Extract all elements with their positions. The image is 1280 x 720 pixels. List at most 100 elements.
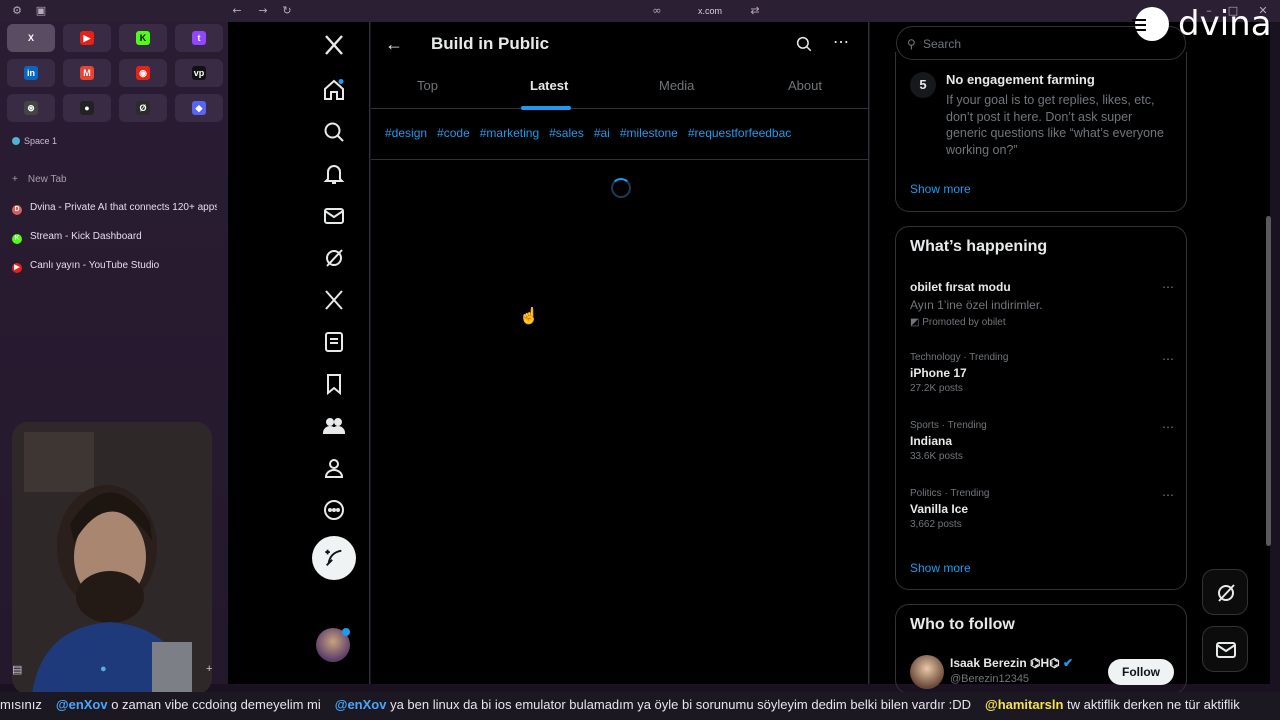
divider (371, 159, 869, 160)
verified-badge-icon: ✔ (1063, 656, 1074, 670)
premium-x-icon[interactable] (322, 288, 346, 312)
chat-message: mısınız (0, 697, 42, 712)
favorite-tile[interactable]: ● (63, 94, 111, 122)
rule-number: 5 (910, 72, 936, 98)
hashtag-chip[interactable]: #requestforfeedbac (688, 126, 791, 140)
browser-tab[interactable]: D Dvina - Private AI that connects 120+ a… (12, 199, 217, 217)
lists-icon[interactable] (322, 330, 346, 354)
space-dot-icon[interactable]: ● (100, 663, 107, 675)
hashtag-chip[interactable]: #sales (549, 126, 584, 140)
hashtag-chip[interactable]: #marketing (480, 126, 539, 140)
trend-name: Indiana (910, 434, 953, 448)
back-arrow-icon[interactable]: ← (385, 34, 403, 55)
tab-latest[interactable]: Latest (530, 78, 568, 93)
favorite-favicon-icon: ◉ (136, 66, 150, 80)
favorite-tile[interactable]: Ø (119, 94, 167, 122)
explore-search-icon[interactable] (322, 120, 346, 144)
scrollbar[interactable] (1266, 216, 1271, 546)
tune-icon[interactable]: ⇄ (748, 4, 762, 18)
messages-floating-button[interactable] (1202, 626, 1248, 672)
archive-icon[interactable]: ▤ (12, 663, 22, 676)
favorite-tile[interactable]: ▶ (63, 24, 111, 52)
notifications-bell-icon[interactable] (322, 162, 346, 186)
webcam-person-image (12, 422, 212, 694)
chat-text: o zaman vibe ccdoing demeyelim mi (111, 697, 321, 712)
favorite-tile[interactable]: vp (175, 59, 223, 87)
hashtag-chip[interactable]: #design (385, 126, 427, 140)
show-more-link[interactable]: Show more (910, 182, 971, 196)
tab-about[interactable]: About (788, 78, 822, 93)
hashtag-chip[interactable]: #ai (594, 126, 610, 140)
favorite-tile[interactable]: ◆ (175, 94, 223, 122)
favorite-favicon-icon: K (136, 31, 150, 45)
account-avatar[interactable] (316, 628, 350, 662)
tab-title: Canlı yayın - YouTube Studio (30, 260, 160, 271)
trend-more-icon[interactable]: ⋯ (1162, 352, 1174, 366)
grok-floating-button[interactable] (1202, 569, 1248, 615)
forward-arrow-icon[interactable]: → (256, 4, 270, 18)
favorite-tile[interactable]: ⊛ (7, 94, 55, 122)
user-name[interactable]: Isaak Berezin ⌬H⌬ (950, 656, 1060, 670)
mail-icon (1216, 642, 1236, 658)
grok-icon[interactable] (322, 246, 346, 270)
new-tab-label: New Tab (27, 174, 67, 185)
follow-button[interactable]: Follow (1108, 659, 1174, 685)
browser-sidebar: X ▶ Kt in M ◉ vp ⊛ ● Ø ◆ Space 1 + New Tab D Dvina -… (0, 22, 228, 694)
home-icon[interactable] (322, 78, 346, 102)
browser-tab[interactable]: K Stream - Kick Dashboard (12, 228, 217, 246)
favorite-favicon-icon: X (24, 31, 38, 45)
x-logo-icon[interactable] (322, 33, 346, 57)
promoted-trend[interactable]: obilet fırsat modu Ayın 1’ine özel indir… (910, 280, 1174, 328)
more-options-icon[interactable] (322, 498, 346, 522)
reload-icon[interactable]: ↻ (280, 4, 294, 18)
sidebar-toggle-icon[interactable]: ⚙ (10, 4, 24, 18)
chat-username: @enXov (55, 697, 112, 712)
bookmarks-icon[interactable] (322, 372, 346, 396)
back-arrow-icon[interactable]: ← (230, 4, 244, 18)
favorite-tile[interactable]: K (119, 24, 167, 52)
dvina-logo: dvina (1130, 4, 1280, 44)
tab-title: Stream - Kick Dashboard (30, 231, 142, 242)
favorite-tile[interactable]: X (7, 24, 55, 52)
favorite-favicon-icon: t (192, 31, 206, 45)
hashtag-chip[interactable]: #code (437, 126, 470, 140)
tab-media[interactable]: Media (659, 78, 694, 93)
favorite-tile[interactable]: in (7, 59, 55, 87)
tab-title: Dvina - Private AI that connects 120+ ap… (30, 202, 217, 213)
new-tab-button[interactable]: + New Tab (12, 174, 67, 185)
trend-more-icon[interactable]: ⋯ (1162, 488, 1174, 502)
trend-item[interactable]: Technology · Trending iPhone 17 27.2K po… (910, 352, 1174, 394)
mouse-cursor-icon: ☝ (519, 308, 539, 325)
favorite-tile[interactable]: ◉ (119, 59, 167, 87)
messages-mail-icon[interactable] (322, 204, 346, 228)
add-space-icon[interactable]: + (206, 663, 212, 675)
space-label[interactable]: Space 1 (12, 136, 57, 146)
feed-tabs: Top Latest Media About (371, 72, 869, 110)
show-more-link[interactable]: Show more (910, 561, 971, 575)
space-label-text: Space 1 (24, 136, 58, 146)
profile-icon[interactable] (322, 456, 346, 480)
trend-category: Sports · Trending (910, 420, 987, 431)
overflow-menu-icon[interactable]: ⋯ (833, 32, 849, 52)
trend-item[interactable]: Politics · Trending Vanilla Ice 3,662 po… (910, 488, 1174, 530)
communities-icon[interactable] (322, 414, 346, 438)
user-avatar[interactable] (910, 655, 944, 689)
chat-text: tw aktiflik derken ne tür aktiflik (1067, 697, 1240, 712)
browser-tab[interactable]: ▶ Canlı yayın - YouTube Studio (12, 257, 217, 275)
trend-more-icon[interactable]: ⋯ (1162, 420, 1174, 434)
trend-name: obilet fırsat modu (910, 280, 1011, 294)
whats-happening-card: What’s happening obilet fırsat modu Ayın… (895, 226, 1187, 590)
favorite-tile[interactable]: t (175, 24, 223, 52)
trend-item[interactable]: Sports · Trending Indiana 33.6K posts ⋯ (910, 420, 1174, 462)
hashtag-filters: #design #code #marketing #sales #ai #mileston… (385, 126, 801, 140)
hashtag-chip[interactable]: #milestone (620, 126, 678, 140)
promoted-label: Promoted by obilet (922, 317, 1006, 328)
search-icon[interactable] (795, 35, 813, 53)
compose-post-button[interactable] (312, 536, 356, 580)
trend-more-icon[interactable]: ⋯ (1162, 280, 1174, 294)
tab-top[interactable]: Top (417, 78, 438, 93)
trend-name: Vanilla Ice (910, 502, 969, 516)
favorite-tile[interactable]: M (63, 59, 111, 87)
rule-title: No engagement farming (946, 72, 1095, 87)
split-view-icon[interactable]: ▣ (34, 4, 48, 18)
